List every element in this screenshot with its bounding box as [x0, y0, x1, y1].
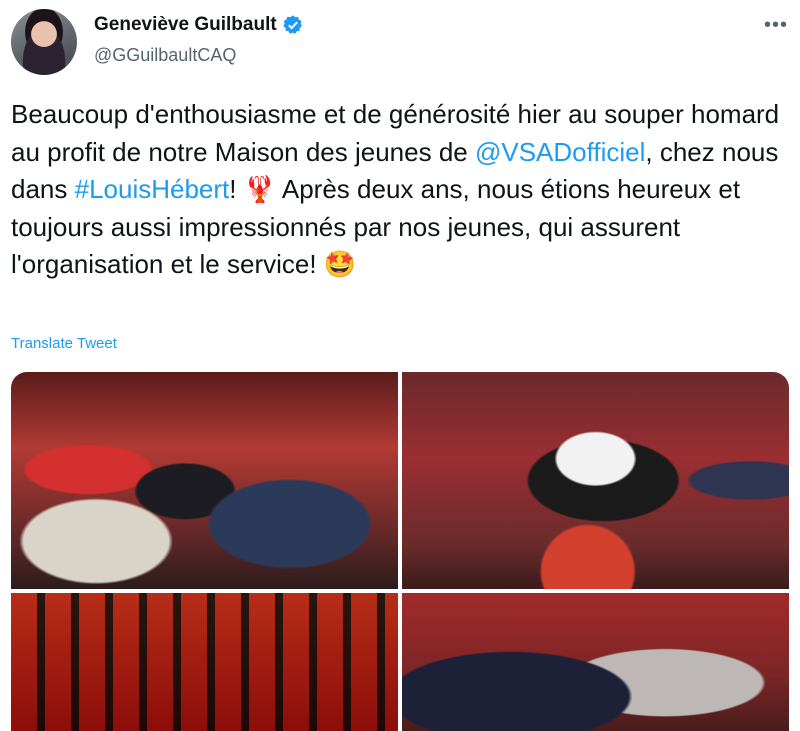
media-grid — [11, 372, 789, 731]
more-options-icon[interactable]: ••• — [764, 14, 788, 37]
photo-hug[interactable] — [402, 593, 789, 731]
hashtag-link[interactable]: #LouisHébert — [75, 174, 230, 204]
translate-tweet-link[interactable]: Translate Tweet — [11, 335, 117, 352]
author-name[interactable]: Geneviève Guilbault — [94, 14, 277, 36]
author-handle[interactable]: @GGuilbaultCAQ — [94, 45, 236, 66]
mention-link[interactable]: @VSADofficiel — [475, 137, 645, 167]
photo-youth-volunteers[interactable] — [11, 593, 398, 731]
verified-badge-icon — [282, 14, 304, 36]
tweet-text: Beaucoup d'enthousiasme et de générosité… — [11, 96, 791, 284]
photo-group-portrait[interactable] — [11, 372, 398, 589]
author-avatar[interactable] — [11, 9, 77, 75]
photo-lobster-dinner[interactable] — [402, 372, 789, 589]
author-name-row: Geneviève Guilbault — [94, 14, 304, 36]
